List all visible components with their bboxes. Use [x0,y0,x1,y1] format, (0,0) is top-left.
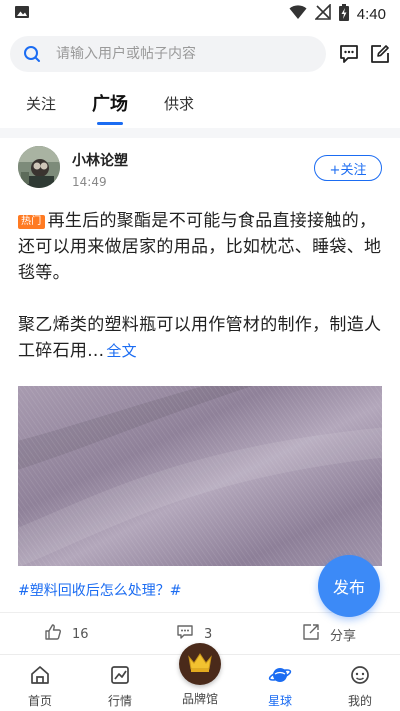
share-label: 分享 [330,628,357,644]
hot-badge: 热门 [18,215,45,229]
brand-hall-button[interactable] [179,643,221,685]
share-button[interactable]: 分享 [302,623,356,645]
publish-fab[interactable]: 发布 [318,555,380,617]
profile-icon [348,663,372,687]
comment-button[interactable]: 3 [176,623,212,645]
status-bar: 4:40 [0,0,400,28]
status-time: 4:40 [356,5,386,23]
bottom-nav: 首页 行情 品牌馆 星球 我的 [0,643,400,711]
battery-charging-icon [338,3,349,25]
tab-follow[interactable]: 关注 [26,88,56,114]
comment-icon [176,623,194,645]
thumbs-up-icon [44,623,62,645]
no-signal-icon [313,3,331,24]
wifi-icon [289,4,307,24]
nav-home-label: 首页 [27,694,52,708]
edit-icon[interactable] [368,42,392,66]
post-image[interactable] [18,386,382,566]
full-text-link[interactable]: 全文 [106,342,137,360]
search-box[interactable] [10,36,326,72]
nav-brand-hall-label: 品牌馆 [181,692,218,706]
chart-icon [108,663,132,687]
topic-tag[interactable]: #塑料回收后怎么处理？# [18,580,181,600]
post-text-1: 再生后的聚酯是不可能与食品直接接触的，还可以用来做居家的用品，比如枕芯、睡袋、地… [18,211,382,283]
nav-planet[interactable]: 星球 [250,663,310,709]
nav-me-label: 我的 [347,694,372,708]
feed-tabs: 关注 广场 供求 [0,88,400,128]
search-icon [22,44,42,64]
post-paragraph-1: 热门 再生后的聚酯是不可能与食品直接接触的，还可以用来做居家的用品，比如枕芯、睡袋… [18,208,384,286]
image-notification-icon [14,4,30,24]
nav-market[interactable]: 行情 [90,663,150,709]
message-icon[interactable] [337,42,361,66]
post-text-2: 聚乙烯类的塑料瓶可以用作管材的制作，制造人工碎石用... [18,315,382,361]
tab-square-label: 广场 [92,94,129,115]
planet-icon [268,663,292,687]
like-count: 16 [72,626,89,642]
nav-planet-label: 星球 [267,694,292,708]
crown-icon [187,651,213,677]
post-body[interactable]: 热门 再生后的聚酯是不可能与食品直接接触的，还可以用来做居家的用品，比如枕芯、睡袋… [18,208,384,364]
tab-supply-demand[interactable]: 供求 [164,88,194,114]
comment-count: 3 [204,626,213,642]
follow-button[interactable]: +关注 [314,155,382,181]
post-time: 14:49 [72,175,107,189]
nav-me[interactable]: 我的 [330,663,390,709]
nav-market-label: 行情 [107,694,132,708]
home-icon [28,663,52,687]
share-icon [302,623,320,645]
search-input[interactable] [56,46,296,62]
like-button[interactable]: 16 [44,623,89,645]
avatar[interactable] [18,146,60,188]
search-row [10,36,390,72]
section-divider [0,128,400,138]
nav-home[interactable]: 首页 [10,663,70,709]
active-tab-indicator [97,122,124,125]
author-name[interactable]: 小林论塑 [72,150,128,170]
post-paragraph-2: 聚乙烯类的塑料瓶可以用作管材的制作，制造人工碎石用... 全文 [18,312,384,364]
tab-square[interactable]: 广场 [92,88,129,125]
